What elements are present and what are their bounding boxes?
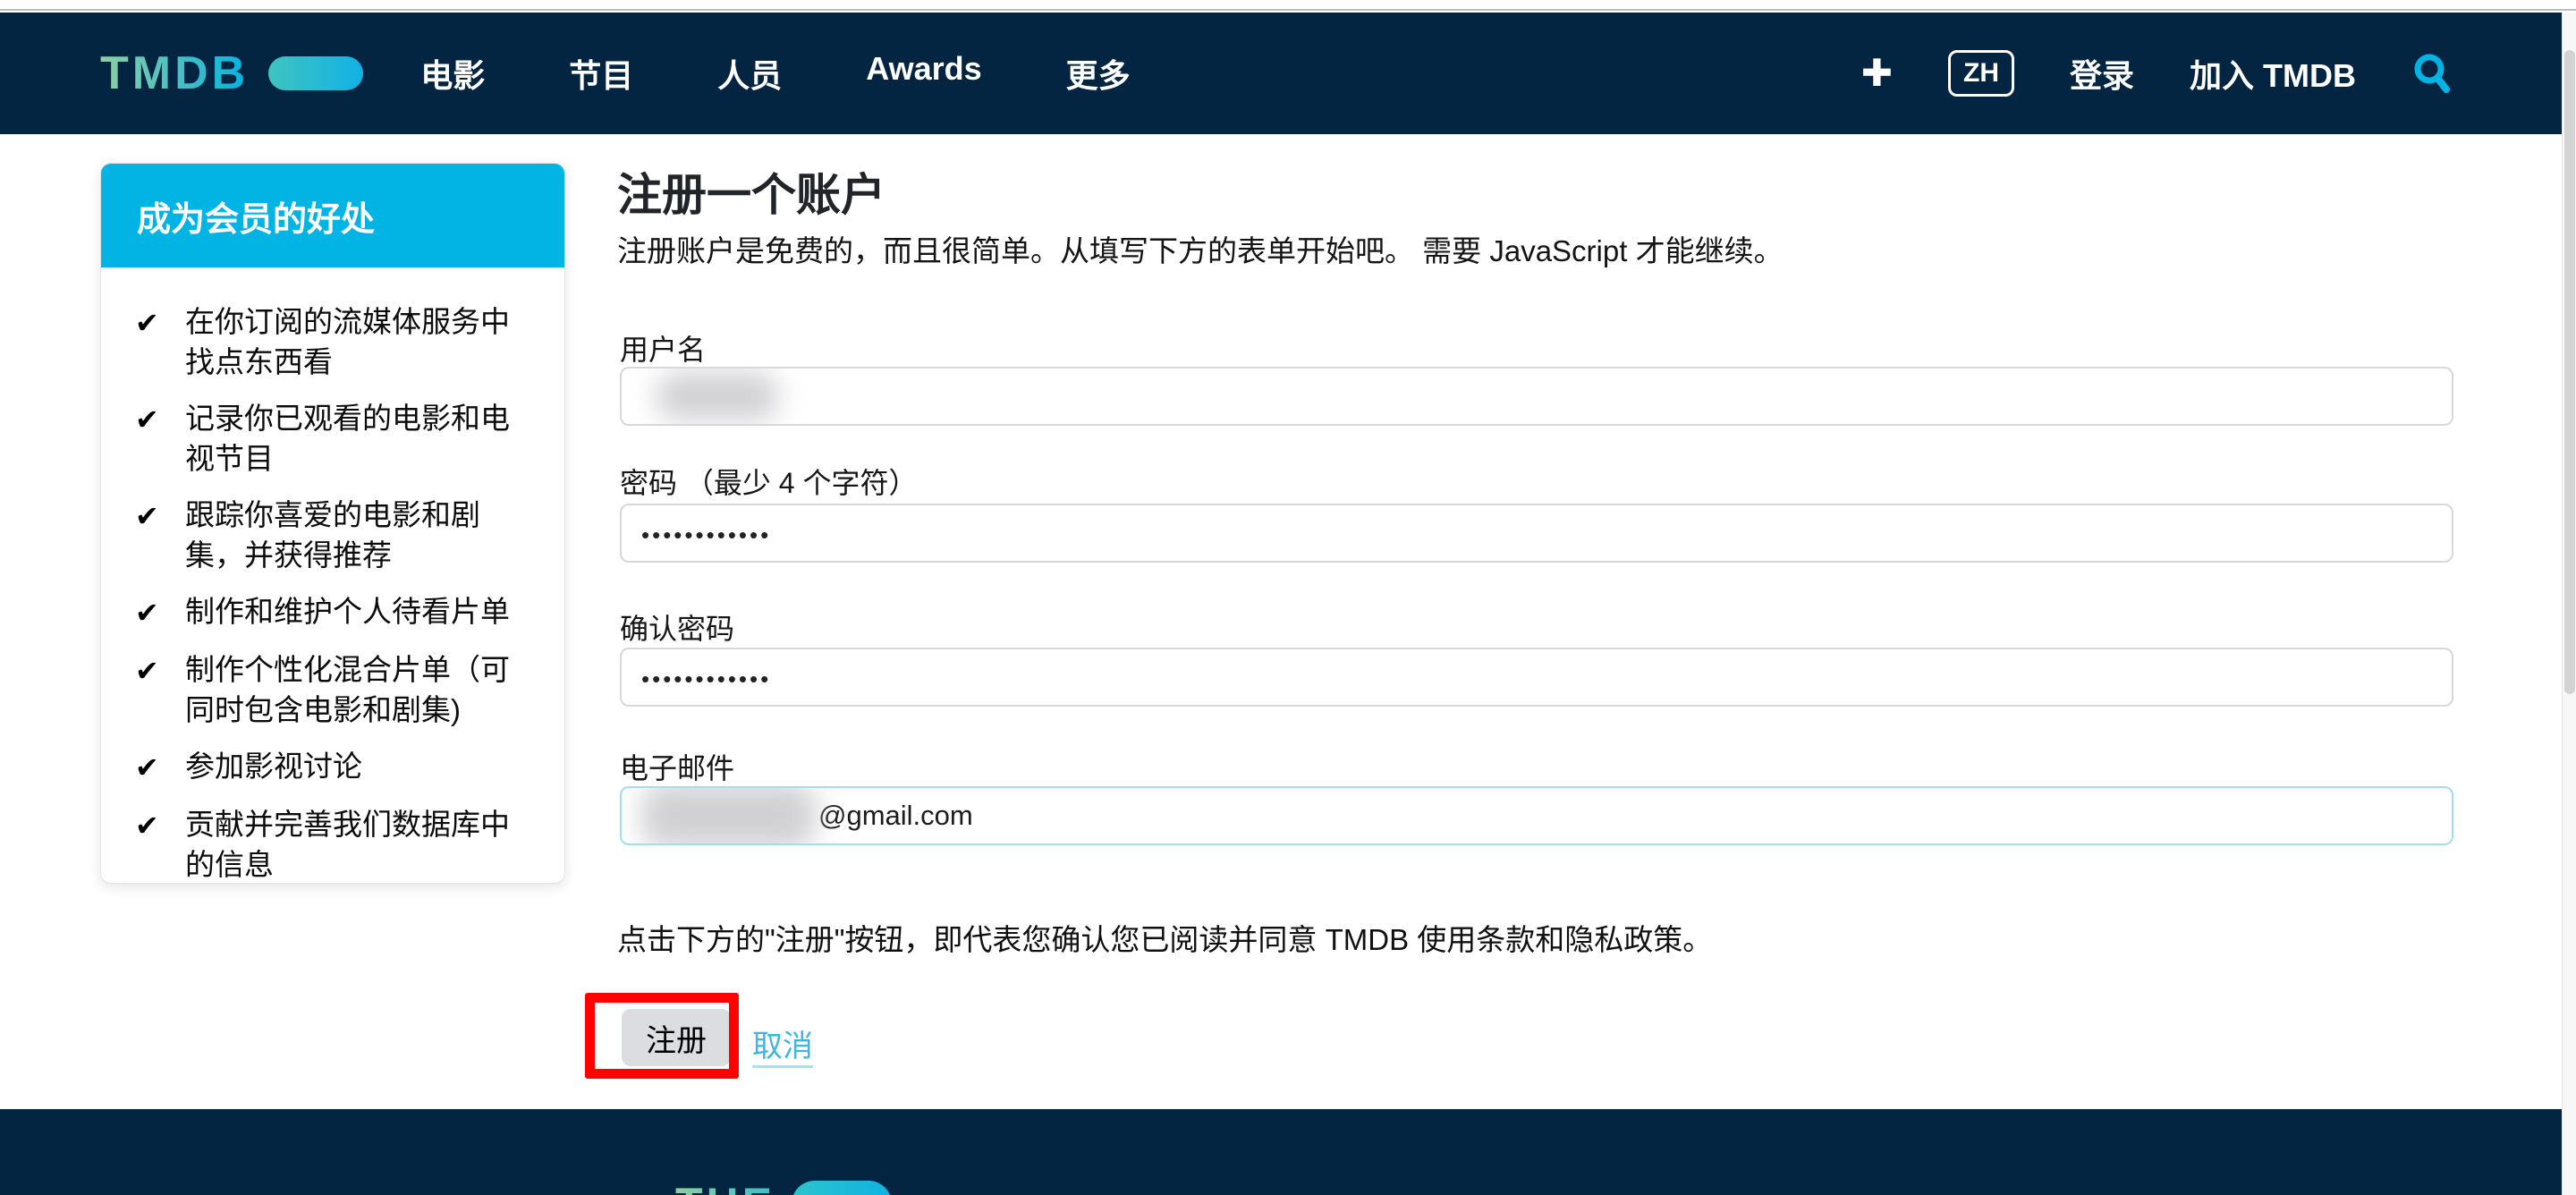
- check-icon: ✔: [135, 804, 165, 884]
- username-label: 用户名: [620, 327, 706, 369]
- email-field[interactable]: @gmail.com: [620, 786, 2453, 845]
- vertical-scrollbar[interactable]: [2562, 13, 2576, 1195]
- benefit-text: 贡献并完善我们数据库中的信息: [185, 804, 534, 884]
- language-badge[interactable]: ZH: [1948, 50, 2014, 97]
- nav-item-more[interactable]: 更多: [1066, 50, 1131, 97]
- tmdb-signup-page: TMDB 电影 节目 人员 Awards 更多 ✚ ZH 登录 加入 TMDB …: [0, 0, 2576, 1195]
- list-item: ✔ 贡献并完善我们数据库中的信息: [135, 804, 534, 884]
- list-item: ✔ 制作个性化混合片单（可同时包含电影和剧集): [135, 649, 534, 730]
- benefit-text: 制作个性化混合片单（可同时包含电影和剧集): [185, 649, 534, 730]
- list-item: ✔ 记录你已观看的电影和电视节目: [135, 398, 534, 479]
- page-subtitle: 注册账户是免费的，而且很简单。从填写下方的表单开始吧。 需要 JavaScrip…: [617, 227, 1784, 270]
- password-label: 密码 （最少 4 个字符）: [620, 461, 917, 502]
- benefit-text: 制作和维护个人待看片单: [185, 591, 510, 633]
- cancel-link[interactable]: 取消: [752, 1021, 813, 1065]
- check-icon: ✔: [135, 495, 165, 575]
- add-new-icon[interactable]: ✚: [1861, 55, 1893, 92]
- main-navbar: TMDB 电影 节目 人员 Awards 更多 ✚ ZH 登录 加入 TMDB: [0, 13, 2562, 134]
- check-icon: ✔: [135, 591, 165, 633]
- redacted-email-local-part: [641, 786, 817, 845]
- footer-logo-pill: [792, 1181, 892, 1195]
- email-label: 电子邮件: [620, 746, 734, 787]
- list-item: ✔ 在你订阅的流媒体服务中找点东西看: [135, 301, 534, 382]
- list-item: ✔ 参加影视讨论: [135, 746, 534, 788]
- terms-notice: 点击下方的"注册"按钮，即代表您确认您已阅读并同意 TMDB 使用条款和隐私政策…: [617, 916, 1712, 959]
- submit-area: 注册: [585, 993, 739, 1079]
- tmdb-logo-pill: [268, 56, 363, 90]
- page-title: 注册一个账户: [617, 159, 886, 224]
- footer-tmdb-logo: THE: [675, 1181, 892, 1195]
- benefit-text: 记录你已观看的电影和电视节目: [185, 398, 534, 479]
- scrollbar-thumb[interactable]: [2564, 50, 2575, 694]
- password-field[interactable]: ••••••••••••: [620, 504, 2453, 563]
- tmdb-logo[interactable]: TMDB: [100, 50, 363, 97]
- list-item: ✔ 制作和维护个人待看片单: [135, 591, 534, 633]
- navbar-right: ✚ ZH 登录 加入 TMDB: [1861, 50, 2454, 97]
- join-tmdb-link[interactable]: 加入 TMDB: [2190, 50, 2356, 97]
- benefit-text: 在你订阅的流媒体服务中找点东西看: [185, 301, 534, 382]
- benefits-list: ✔ 在你订阅的流媒体服务中找点东西看 ✔ 记录你已观看的电影和电视节目 ✔ 跟踪…: [101, 267, 564, 884]
- browser-top-edge: [0, 0, 2576, 11]
- benefits-card: 成为会员的好处 ✔ 在你订阅的流媒体服务中找点东西看 ✔ 记录你已观看的电影和电…: [100, 163, 565, 884]
- benefits-title: 成为会员的好处: [137, 191, 375, 241]
- password-masked-value: ••••••••••••: [641, 518, 771, 549]
- site-footer: THE: [0, 1109, 2562, 1195]
- check-icon: ✔: [135, 649, 165, 730]
- confirm-password-masked-value: ••••••••••••: [641, 662, 771, 693]
- redacted-username-value: [656, 372, 779, 420]
- tmdb-logo-text: TMDB: [100, 50, 249, 97]
- confirm-password-label: 确认密码: [620, 606, 734, 648]
- nav-item-movies[interactable]: 电影: [420, 50, 485, 97]
- benefits-card-header: 成为会员的好处: [101, 164, 564, 267]
- nav-menu: 电影 节目 人员 Awards 更多: [420, 50, 1130, 97]
- search-icon[interactable]: [2411, 52, 2454, 95]
- username-field[interactable]: [620, 367, 2453, 426]
- login-link[interactable]: 登录: [2070, 50, 2134, 97]
- list-item: ✔ 跟踪你喜爱的电影和剧集，并获得推荐: [135, 495, 534, 575]
- benefit-text: 参加影视讨论: [185, 746, 362, 788]
- check-icon: ✔: [135, 746, 165, 788]
- check-icon: ✔: [135, 398, 165, 479]
- signup-button[interactable]: 注册: [622, 1009, 731, 1066]
- check-icon: ✔: [135, 301, 165, 382]
- nav-item-tv[interactable]: 节目: [569, 50, 633, 97]
- nav-item-people[interactable]: 人员: [717, 50, 782, 97]
- footer-logo-text: THE: [675, 1182, 775, 1195]
- confirm-password-field[interactable]: ••••••••••••: [620, 648, 2453, 707]
- benefit-text: 跟踪你喜爱的电影和剧集，并获得推荐: [185, 495, 534, 575]
- nav-item-awards[interactable]: Awards: [866, 50, 981, 97]
- email-domain-text: @gmail.com: [818, 800, 973, 832]
